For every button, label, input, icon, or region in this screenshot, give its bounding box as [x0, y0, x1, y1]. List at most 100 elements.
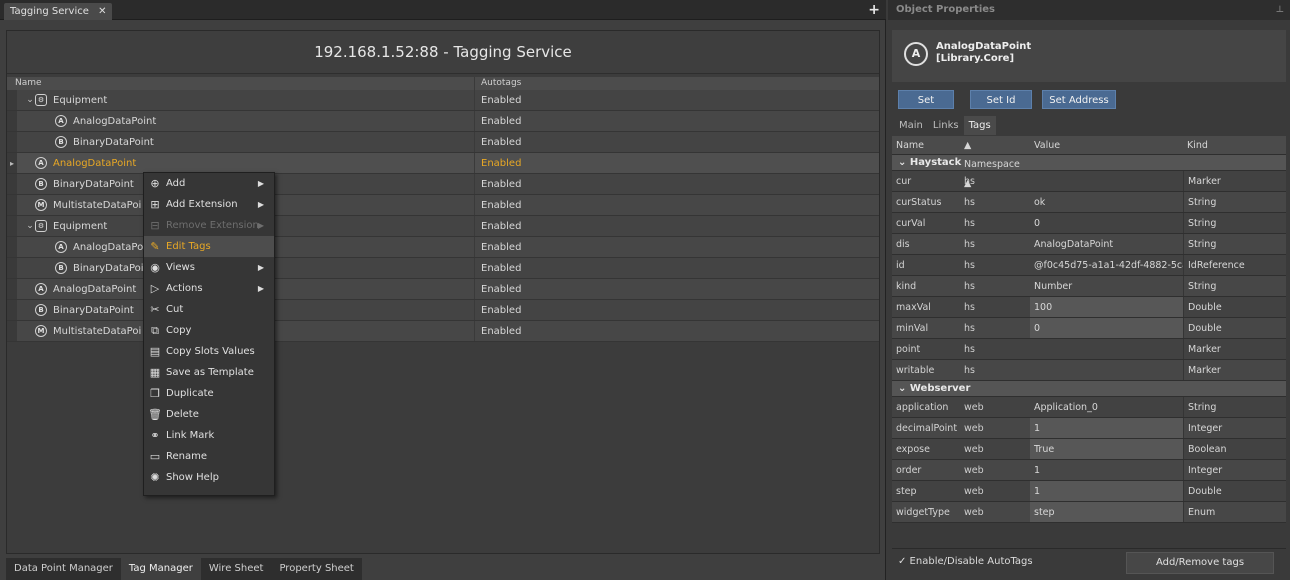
tab-wire-sheet[interactable]: Wire Sheet [201, 558, 272, 580]
table-row[interactable]: B BinaryDataPoint Enabled [7, 132, 879, 153]
tab-tag-manager[interactable]: Tag Manager [120, 558, 201, 580]
column-header-name[interactable]: Name [892, 136, 960, 154]
link-mark-icon: ⚭ [150, 429, 160, 442]
tag-value[interactable]: Application_0 [1030, 397, 1183, 417]
table-row[interactable]: M MultistateDataPoi Enabled [7, 195, 879, 216]
tag-value[interactable] [1030, 339, 1183, 359]
table-row[interactable]: step web 1 Double [892, 481, 1286, 502]
table-row[interactable]: dis hs AnalogDataPoint String [892, 234, 1286, 255]
pin-icon[interactable]: ⊥ [1276, 0, 1284, 20]
autotags-checkbox[interactable]: ✓ Enable/Disable AutoTags [898, 556, 1033, 567]
table-row[interactable]: B BinaryDataPoint Enabled [7, 174, 879, 195]
menu-item-label: Save as Template [166, 367, 254, 378]
chevron-down-icon[interactable]: ⌄ [25, 90, 35, 111]
tab-data-point-manager[interactable]: Data Point Manager [6, 558, 121, 580]
menu-item-rename[interactable]: ▭ Rename [144, 446, 274, 467]
tag-value[interactable]: 0 [1030, 318, 1183, 338]
tab-links[interactable]: Links [928, 116, 964, 135]
add-remove-tags-button[interactable]: Add/Remove tags [1126, 552, 1274, 574]
column-header-autotags[interactable]: Autotags [475, 77, 521, 90]
tag-value[interactable]: ok [1030, 192, 1183, 212]
tab-tagging-service[interactable]: Tagging Service ✕ [4, 3, 113, 20]
column-header-name[interactable]: Name [7, 77, 475, 90]
menu-item-show-help[interactable]: ✺ Show Help [144, 467, 274, 488]
tag-namespace: hs [964, 302, 975, 313]
table-row[interactable]: order web 1 Integer [892, 460, 1286, 481]
menu-item-add[interactable]: ⊕ Add ▶ [144, 173, 274, 194]
tag-value[interactable]: Number [1030, 276, 1183, 296]
column-header-value[interactable]: Value [1030, 136, 1183, 154]
tab-property-sheet[interactable]: Property Sheet [271, 558, 361, 580]
add-tab-button[interactable]: + [868, 2, 880, 18]
menu-item-cut[interactable]: ✂ Cut [144, 299, 274, 320]
table-row[interactable]: decimalPoint web 1 Integer [892, 418, 1286, 439]
table-row[interactable]: curStatus hs ok String [892, 192, 1286, 213]
set-id-button[interactable]: Set Id [970, 90, 1032, 109]
tag-value[interactable]: @f0c45d75-a1a1-42df-4882-5cab308... [1030, 255, 1183, 275]
table-row[interactable]: B BinaryDataPoi Enabled [7, 258, 879, 279]
column-header-kind[interactable]: Kind [1183, 136, 1286, 154]
table-row[interactable]: expose web True Boolean [892, 439, 1286, 460]
tag-value[interactable]: 1 [1030, 418, 1183, 438]
table-row[interactable]: minVal hs 0 Double [892, 318, 1286, 339]
table-row[interactable]: maxVal hs 100 Double [892, 297, 1286, 318]
tab-main[interactable]: Main [894, 116, 928, 135]
group-header-webserver[interactable]: ⌄ Webserver [892, 381, 1286, 397]
table-row[interactable]: A AnalogDataPoint Enabled [7, 111, 879, 132]
tag-value[interactable] [1030, 360, 1183, 380]
close-icon[interactable]: ✕ [98, 6, 106, 17]
menu-item-actions[interactable]: ▷ Actions ▶ [144, 278, 274, 299]
table-row[interactable]: A AnalogDataPoi Enabled [7, 237, 879, 258]
set-address-button[interactable]: Set Address [1042, 90, 1116, 109]
chevron-right-icon: ▶ [257, 179, 264, 188]
chevron-down-icon[interactable]: ⌄ [25, 216, 35, 237]
menu-item-duplicate[interactable]: ❐ Duplicate [144, 383, 274, 404]
tag-value[interactable]: True [1030, 439, 1183, 459]
table-row[interactable]: widgetType web step Enum [892, 502, 1286, 523]
tag-value[interactable]: AnalogDataPoint [1030, 234, 1183, 254]
tag-kind: String [1183, 192, 1286, 212]
table-row[interactable]: ⌄ ⚙ Equipment Enabled [7, 216, 879, 237]
tag-kind: Integer [1183, 460, 1286, 480]
group-header-haystack[interactable]: ⌄ Haystack [892, 155, 1286, 171]
tag-value[interactable]: 1 [1030, 481, 1183, 501]
tag-value[interactable]: 1 [1030, 460, 1183, 480]
menu-item-link-mark[interactable]: ⚭ Link Mark [144, 425, 274, 446]
table-row[interactable]: writable hs Marker [892, 360, 1286, 381]
tag-value[interactable]: 100 [1030, 297, 1183, 317]
table-row[interactable]: id hs @f0c45d75-a1a1-42df-4882-5cab308...I… [892, 255, 1286, 276]
table-row[interactable]: B BinaryDataPoint Enabled [7, 300, 879, 321]
table-row[interactable]: curVal hs 0 String [892, 213, 1286, 234]
tag-kind: IdReference [1183, 255, 1286, 275]
tag-name: curStatus [896, 197, 942, 208]
menu-item-copy-slots-values[interactable]: ▤ Copy Slots Values [144, 341, 274, 362]
tag-value[interactable]: 0 [1030, 213, 1183, 233]
table-row[interactable]: M MultistateDataPoi Enabled [7, 321, 879, 342]
tag-kind: Boolean [1183, 439, 1286, 459]
table-row[interactable]: ▸ A AnalogDataPoint Enabled [7, 153, 879, 174]
menu-item-remove-extension: ⊟ Remove Extension ▶ [144, 215, 274, 236]
tag-name: id [896, 260, 905, 271]
set-button[interactable]: Set [898, 90, 954, 109]
table-row[interactable]: kind hs Number String [892, 276, 1286, 297]
menu-item-copy[interactable]: ⧉ Copy [144, 320, 274, 341]
menu-item-edit-tags[interactable]: ✎ Edit Tags [144, 236, 274, 257]
copy-icon: ⧉ [151, 323, 159, 337]
menu-item-add-extension[interactable]: ⊞ Add Extension ▶ [144, 194, 274, 215]
table-row[interactable]: A AnalogDataPoint Enabled [7, 279, 879, 300]
table-row[interactable]: cur hs Marker [892, 171, 1286, 192]
autotags-cell: Enabled [481, 326, 522, 337]
column-header-namespace[interactable]: ▲ Namespace ▲ [960, 136, 1030, 189]
table-row[interactable]: application web Application_0 String [892, 397, 1286, 418]
table-row[interactable]: ⌄ ⚙ Equipment Enabled [7, 90, 879, 111]
row-name: AnalogDataPoint [53, 157, 137, 169]
menu-item-save-as-template[interactable]: ▦ Save as Template [144, 362, 274, 383]
tab-tags[interactable]: Tags [963, 116, 996, 135]
menu-item-views[interactable]: ◉ Views ▶ [144, 257, 274, 278]
row-gutter [7, 174, 17, 194]
tag-value[interactable] [1030, 171, 1183, 191]
menu-item-delete[interactable]: 🗑 Delete [144, 404, 274, 425]
tag-value[interactable]: step [1030, 502, 1183, 522]
delete-icon: 🗑 [148, 408, 162, 421]
table-row[interactable]: point hs Marker [892, 339, 1286, 360]
